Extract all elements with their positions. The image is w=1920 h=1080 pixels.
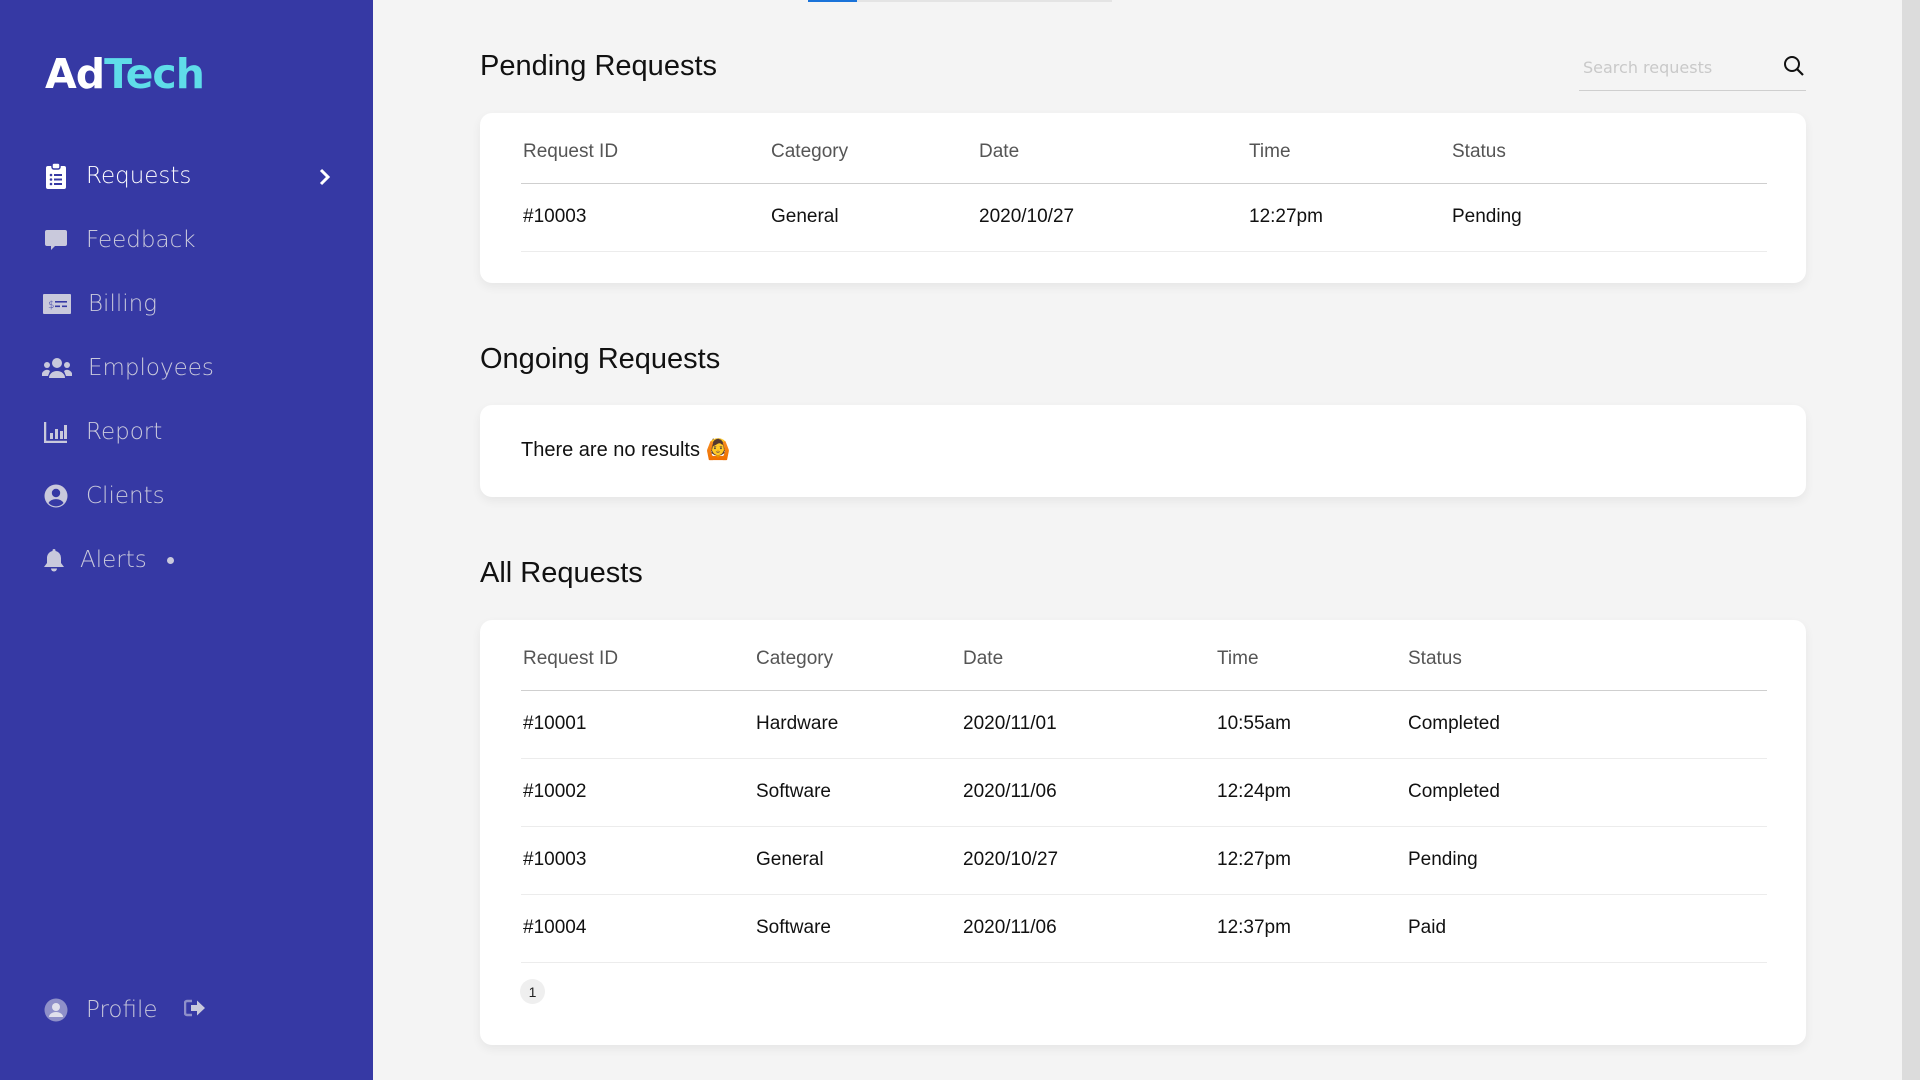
table-header-row: Request ID Category Date Time Status	[521, 629, 1767, 691]
sign-out-icon[interactable]	[183, 997, 206, 1023]
ongoing-requests-title: Ongoing Requests	[480, 343, 721, 375]
user-avatar-icon	[42, 996, 70, 1024]
column-header[interactable]: Request ID	[521, 122, 769, 184]
sidebar-item-label: Feedback	[86, 227, 196, 253]
request-id-cell: #10003	[521, 826, 754, 895]
page-loading-bar	[808, 0, 1112, 2]
column-header[interactable]: Date	[961, 629, 1215, 691]
scrollbar[interactable]	[1902, 0, 1920, 1080]
sidebar-item-label: Billing	[88, 291, 157, 317]
chart-bar-icon	[42, 418, 70, 446]
column-header[interactable]: Time	[1247, 122, 1450, 184]
date-cell: 2020/10/27	[977, 183, 1247, 252]
table-header-row: Request ID Category Date Time Status	[521, 122, 1767, 184]
status-cell: Paid	[1406, 894, 1767, 963]
request-id-cell: #10001	[521, 690, 754, 759]
profile-label: Profile	[86, 997, 158, 1023]
sidebar-item-label: Clients	[86, 483, 165, 509]
request-id-cell: #10002	[521, 758, 754, 827]
table-row[interactable]: #10001 Hardware 2020/11/01 10:55am Compl…	[521, 690, 1767, 759]
time-cell: 12:27pm	[1247, 183, 1450, 252]
all-requests-table: Request ID Category Date Time Status #10…	[521, 629, 1767, 963]
category-cell: General	[754, 826, 961, 895]
sidebar-item-label: Employees	[88, 355, 214, 381]
pagination-page-button[interactable]: 1	[520, 979, 545, 1004]
search-box	[1579, 46, 1806, 91]
chevron-right-icon[interactable]	[318, 167, 332, 187]
brand-logo-part2: Tech	[104, 50, 205, 98]
column-header[interactable]: Category	[754, 629, 961, 691]
time-cell: 10:55am	[1215, 690, 1406, 759]
sidebar-item-label: Requests	[86, 163, 192, 189]
sidebar-item-feedback[interactable]: Feedback	[42, 220, 196, 260]
date-cell: 2020/10/27	[961, 826, 1215, 895]
person-gesturing-ok-icon: 🙆	[705, 439, 731, 461]
category-cell: General	[769, 183, 977, 252]
request-id-cell: #10003	[521, 183, 769, 252]
all-requests-card: Request ID Category Date Time Status #10…	[480, 620, 1806, 1045]
money-check-icon: $	[42, 290, 72, 318]
empty-state-text: There are no results	[521, 439, 700, 461]
column-header[interactable]: Date	[977, 122, 1247, 184]
category-cell: Software	[754, 758, 961, 827]
search-input[interactable]	[1583, 54, 1763, 80]
notification-dot	[166, 556, 174, 564]
category-cell: Software	[754, 894, 961, 963]
sidebar-item-label: Report	[86, 419, 163, 445]
table-row[interactable]: #10004 Software 2020/11/06 12:37pm Paid	[521, 894, 1767, 963]
sidebar-item-billing[interactable]: $ Billing	[42, 284, 157, 324]
users-icon	[42, 354, 72, 382]
request-id-cell: #10004	[521, 894, 754, 963]
sidebar-item-clients[interactable]: Clients	[42, 476, 165, 516]
sidebar-item-requests[interactable]: Requests	[42, 156, 191, 196]
table-row[interactable]: #10003 General 2020/10/27 12:27pm Pendin…	[521, 826, 1767, 895]
bell-icon	[42, 546, 66, 574]
status-cell: Pending	[1450, 183, 1767, 252]
column-header[interactable]: Category	[769, 122, 977, 184]
pending-requests-table: Request ID Category Date Time Status #10…	[521, 122, 1767, 252]
pending-requests-title: Pending Requests	[480, 50, 717, 82]
sidebar-item-alerts[interactable]: Alerts	[42, 540, 174, 580]
status-cell: Pending	[1406, 826, 1767, 895]
all-requests-title: All Requests	[480, 557, 643, 589]
brand-logo-part1: Ad	[45, 50, 105, 98]
empty-state: There are no results 🙆	[521, 437, 730, 462]
sidebar: AdTech Requests Feedback $ Billing Emplo…	[0, 0, 373, 1080]
column-header[interactable]: Status	[1450, 122, 1767, 184]
user-circle-icon	[42, 482, 70, 510]
sidebar-item-label: Alerts	[80, 547, 147, 573]
date-cell: 2020/11/01	[961, 690, 1215, 759]
table-row[interactable]: #10003 General 2020/10/27 12:27pm Pendin…	[521, 183, 1767, 252]
time-cell: 12:27pm	[1215, 826, 1406, 895]
status-cell: Completed	[1406, 758, 1767, 827]
svg-text:$: $	[48, 300, 54, 311]
comment-icon	[42, 226, 70, 254]
brand-logo[interactable]: AdTech	[45, 50, 205, 98]
column-header[interactable]: Time	[1215, 629, 1406, 691]
category-cell: Hardware	[754, 690, 961, 759]
column-header[interactable]: Request ID	[521, 629, 754, 691]
time-cell: 12:24pm	[1215, 758, 1406, 827]
status-cell: Completed	[1406, 690, 1767, 759]
date-cell: 2020/11/06	[961, 758, 1215, 827]
ongoing-requests-card: There are no results 🙆	[480, 405, 1806, 497]
sidebar-profile[interactable]: Profile	[42, 990, 206, 1030]
clipboard-list-icon	[42, 162, 70, 190]
page-loading-bar-fill	[808, 0, 857, 2]
date-cell: 2020/11/06	[961, 894, 1215, 963]
pending-requests-card: Request ID Category Date Time Status #10…	[480, 113, 1806, 283]
column-header[interactable]: Status	[1406, 629, 1767, 691]
search-icon[interactable]	[1782, 54, 1806, 78]
sidebar-item-report[interactable]: Report	[42, 412, 162, 452]
sidebar-item-employees[interactable]: Employees	[42, 348, 214, 388]
table-row[interactable]: #10002 Software 2020/11/06 12:24pm Compl…	[521, 758, 1767, 827]
time-cell: 12:37pm	[1215, 894, 1406, 963]
